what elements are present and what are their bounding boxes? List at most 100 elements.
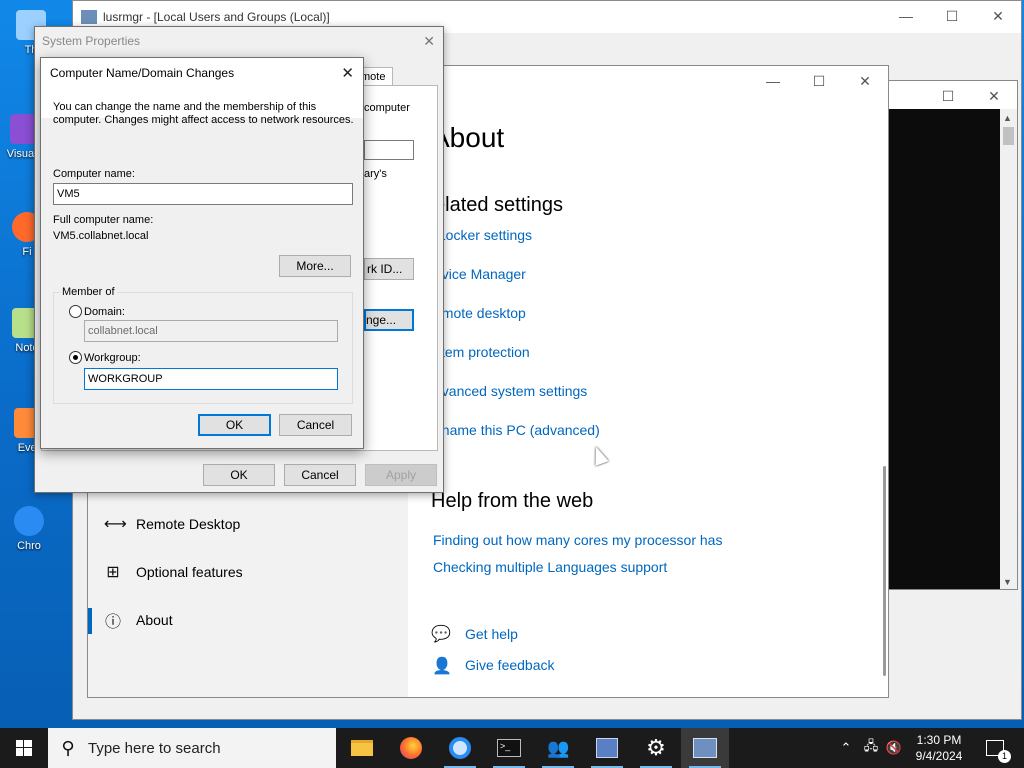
notification-count-badge: 1	[998, 750, 1011, 763]
dialog-titlebar[interactable]: Computer Name/Domain Changes ✕	[41, 58, 363, 88]
taskbar-app-firefox[interactable]	[387, 728, 435, 768]
maximize-icon[interactable]: ☐	[796, 66, 842, 96]
search-icon: ⚲	[61, 737, 75, 758]
sidebar-item-about[interactable]: ⓘ About	[104, 600, 173, 640]
console-window: ☐ ✕ ▲ ▼	[888, 80, 1018, 590]
clock-time: 1:30 PM	[916, 733, 962, 747]
cancel-button[interactable]: Cancel	[284, 464, 356, 486]
rename-pc-advanced-link[interactable]: ename this PC (advanced)	[434, 422, 600, 438]
taskbar-app-settings[interactable]: ⚙	[632, 728, 680, 768]
terminal-icon: >_	[497, 739, 521, 757]
dialog-title: Computer Name/Domain Changes	[50, 66, 235, 80]
info-icon: ⓘ	[104, 614, 121, 631]
taskbar-clock[interactable]: 1:30 PM 9/4/2024	[900, 732, 978, 764]
users-icon: 👥	[547, 738, 570, 758]
minimize-icon[interactable]: —	[883, 1, 929, 31]
visual-studio-icon	[596, 738, 618, 758]
file-explorer-icon	[351, 740, 373, 756]
desktop-icon-label: Fi	[22, 246, 32, 258]
sidebar-item-label: Optional features	[136, 564, 243, 580]
domain-input[interactable]	[84, 320, 338, 342]
bitlocker-settings-link[interactable]: tLocker settings	[434, 227, 532, 243]
system-properties-title: System Properties	[42, 34, 141, 48]
taskbar-app-terminal[interactable]: >_	[485, 728, 533, 768]
system-properties-titlebar[interactable]: System Properties ✕	[35, 27, 443, 55]
web-help-link-languages[interactable]: Checking multiple Languages support	[433, 559, 667, 575]
scroll-up-icon[interactable]: ▲	[1003, 113, 1012, 123]
change-button[interactable]: nge...	[364, 309, 414, 331]
close-icon[interactable]: ✕	[975, 1, 1021, 31]
workgroup-input[interactable]	[84, 368, 338, 390]
help-from-web-heading: Help from the web	[431, 490, 594, 512]
maximize-icon[interactable]: ☐	[929, 1, 975, 31]
optional-features-icon: ⊞	[106, 564, 120, 581]
sidebar-active-indicator	[88, 608, 92, 634]
sidebar-item-label: About	[136, 612, 173, 628]
console-scrollbar[interactable]: ▲ ▼	[1000, 109, 1017, 589]
dialog-cancel-button[interactable]: Cancel	[279, 414, 352, 436]
network-id-button[interactable]: rk ID...	[364, 258, 414, 280]
notification-center-icon[interactable]: 1	[982, 728, 1011, 768]
maximize-icon[interactable]: ☐	[925, 81, 971, 111]
workgroup-radio[interactable]	[69, 351, 82, 364]
windows-logo-icon	[16, 740, 32, 756]
apply-button[interactable]: Apply	[365, 464, 437, 486]
close-icon[interactable]: ✕	[341, 64, 354, 82]
taskbar-app-file-explorer[interactable]	[338, 728, 386, 768]
domain-label: Domain:	[84, 306, 125, 318]
feedback-icon: 👤	[432, 658, 452, 675]
advanced-system-settings-link[interactable]: dvanced system settings	[434, 383, 587, 399]
settings-scrollbar[interactable]	[883, 466, 886, 676]
desktop-icon-label: Chro	[17, 540, 41, 552]
settings-gear-icon: ⚙	[646, 735, 666, 760]
minimize-icon[interactable]: —	[750, 66, 796, 96]
scroll-down-icon[interactable]: ▼	[1003, 577, 1012, 587]
domain-radio[interactable]	[69, 305, 82, 318]
remote-desktop-link[interactable]: emote desktop	[434, 305, 526, 321]
computer-name-input[interactable]	[53, 183, 353, 205]
system-properties-icon	[693, 738, 717, 758]
console-titlebar[interactable]: ☐ ✕	[889, 81, 1017, 109]
workgroup-label: Workgroup:	[84, 352, 141, 364]
description-field[interactable]	[364, 140, 414, 160]
chat-help-icon: 💬	[431, 626, 451, 643]
system-protection-link[interactable]: stem protection	[434, 344, 530, 360]
sidebar-item-optional-features[interactable]: ⊞ Optional features	[104, 552, 243, 592]
desktop-icon-chrome[interactable]: Chro	[6, 506, 52, 578]
dialog-description-line1: You can change the name and the membersh…	[53, 101, 317, 113]
taskbar-app-visual-studio[interactable]	[583, 728, 631, 768]
dialog-description-line2: computer. Changes might affect access to…	[53, 114, 354, 126]
taskbar-app-chrome[interactable]	[436, 728, 484, 768]
ok-button[interactable]: OK	[203, 464, 275, 486]
close-icon[interactable]: ✕	[423, 33, 435, 50]
clock-date: 9/4/2024	[915, 749, 963, 763]
computer-name-dialog: Computer Name/Domain Changes ✕ You can c…	[40, 57, 364, 449]
start-button[interactable]	[0, 728, 48, 768]
close-icon[interactable]: ✕	[971, 81, 1017, 111]
device-manager-link[interactable]: evice Manager	[434, 266, 526, 282]
taskbar-search-box[interactable]: ⚲ Type here to search	[48, 728, 336, 768]
scroll-thumb[interactable]	[1003, 127, 1014, 145]
sidebar-item-remote-desktop[interactable]: ⟷ Remote Desktop	[104, 504, 240, 544]
dialog-ok-button[interactable]: OK	[198, 414, 271, 436]
member-of-label: Member of	[60, 286, 117, 298]
get-help-link[interactable]: Get help	[465, 626, 518, 642]
more-button[interactable]: More...	[279, 255, 351, 277]
close-icon[interactable]: ✕	[842, 66, 888, 96]
description-fragment: computer	[364, 102, 410, 114]
firefox-icon	[400, 737, 422, 759]
full-computer-name-value: VM5.collabnet.local	[53, 230, 149, 242]
related-settings-heading: elated settings	[434, 194, 563, 216]
workgroup-fragment: ary's	[364, 168, 387, 180]
taskbar-app-system-properties[interactable]	[681, 728, 729, 768]
chrome-icon	[14, 506, 44, 536]
taskbar-app-users[interactable]: 👥	[534, 728, 582, 768]
lusrmgr-title: lusrmgr - [Local Users and Groups (Local…	[103, 10, 330, 24]
network-icon[interactable]: 🖧	[860, 728, 882, 768]
tray-chevron-up-icon[interactable]: ⌃	[836, 728, 856, 768]
sidebar-item-label: Remote Desktop	[136, 516, 241, 532]
computer-name-label: Computer name:	[53, 168, 135, 180]
web-help-link-cores[interactable]: Finding out how many cores my processor …	[433, 532, 722, 548]
lusrmgr-app-icon	[81, 10, 97, 24]
give-feedback-link[interactable]: Give feedback	[465, 657, 555, 673]
